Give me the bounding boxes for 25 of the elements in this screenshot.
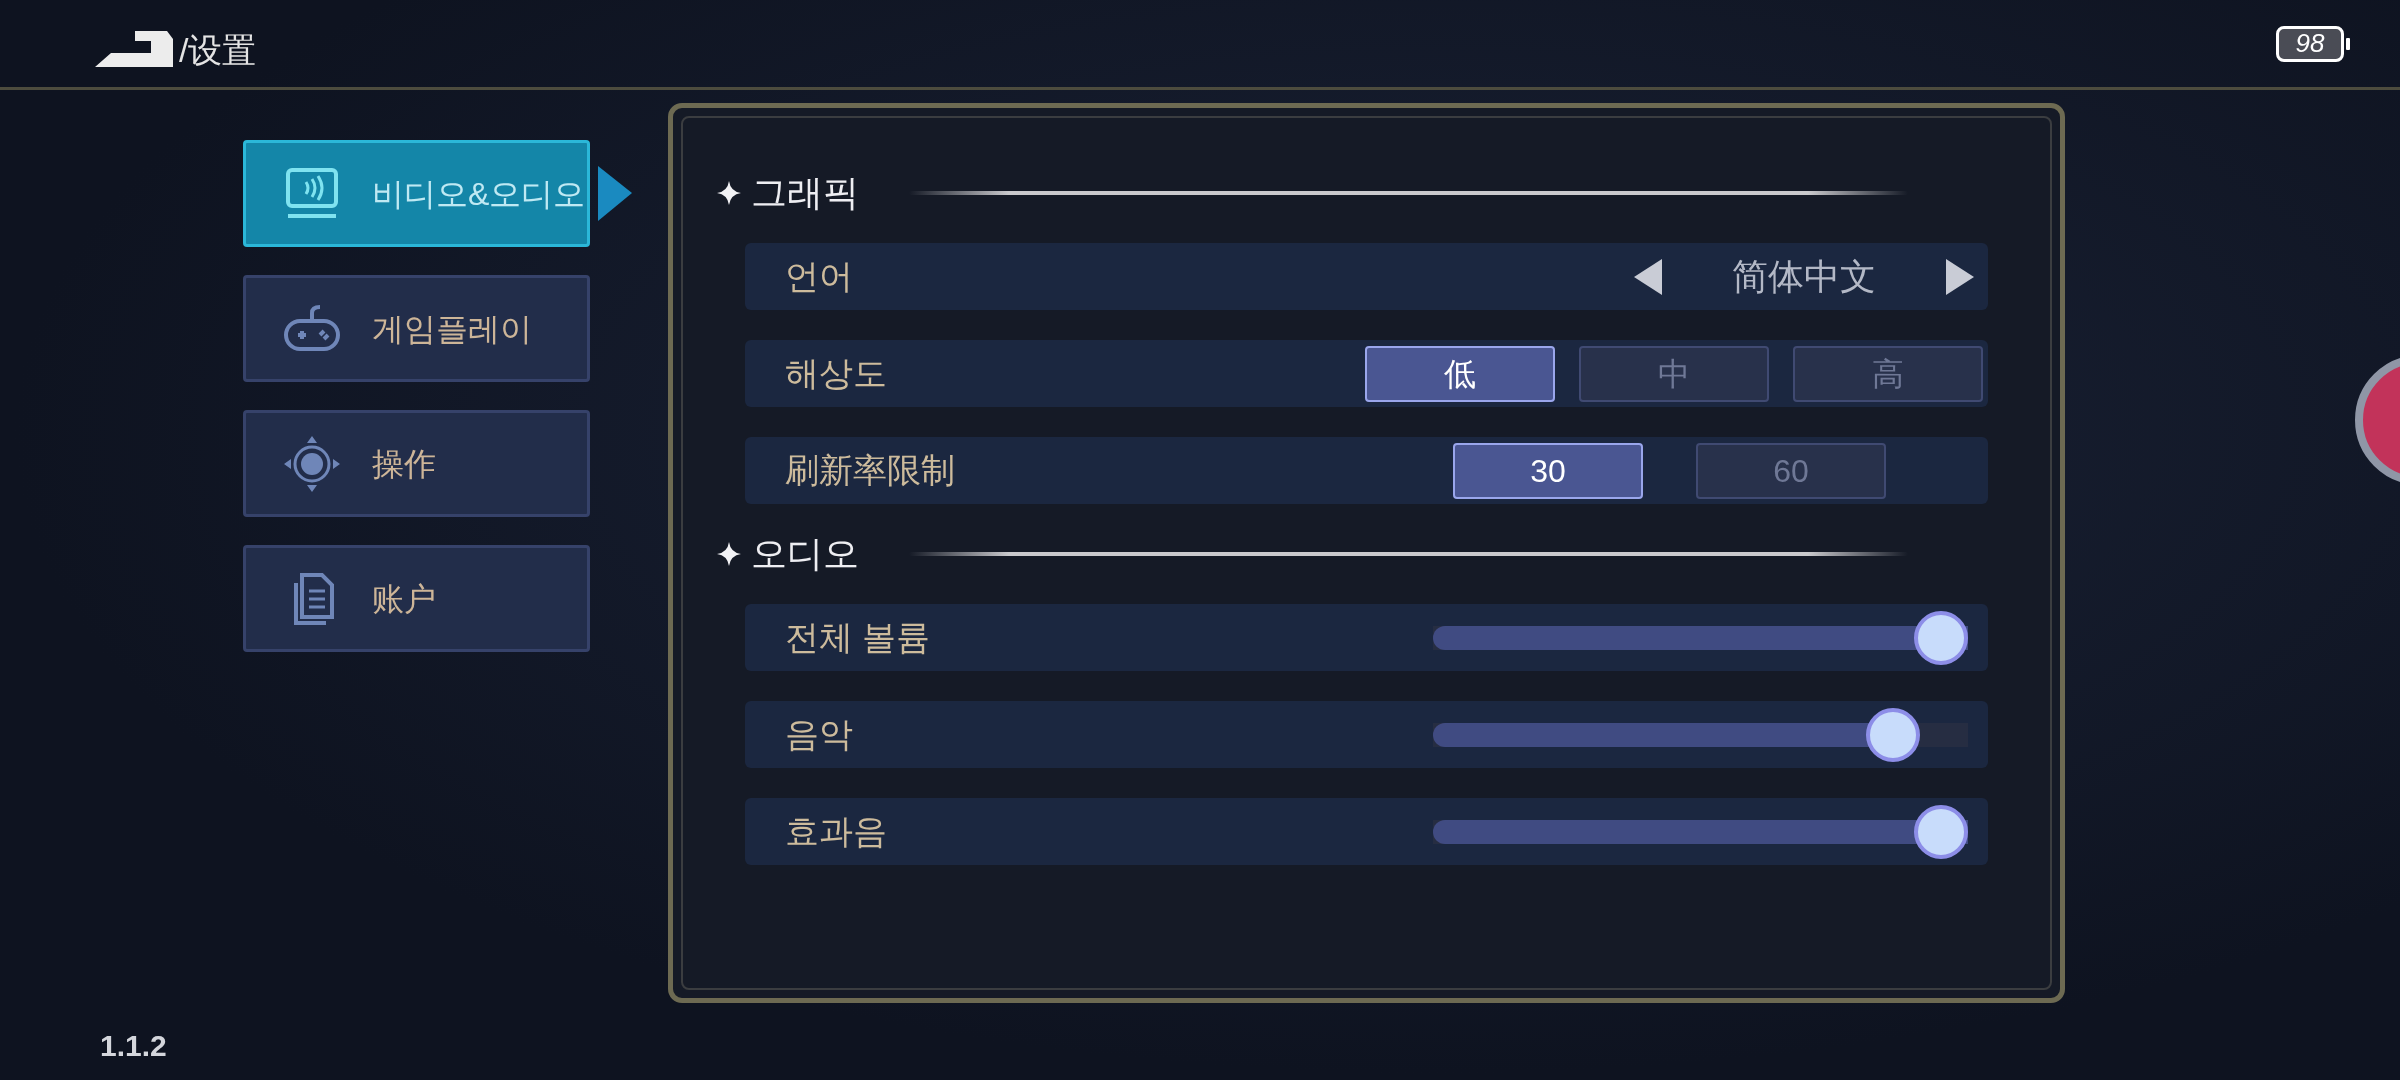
version-label: 1.1.2	[100, 1028, 167, 1064]
option-button[interactable]: 30	[1453, 442, 1643, 499]
selection-arrow-icon	[598, 166, 632, 221]
slider-thumb[interactable]	[1914, 804, 1968, 859]
sidebar-tab[interactable]: 操作	[243, 410, 590, 517]
setting-label: 효과음	[785, 811, 887, 852]
previous-arrow-icon[interactable]	[1632, 256, 1664, 297]
next-arrow-icon[interactable]	[1944, 256, 1976, 297]
setting-label: 음악	[785, 714, 853, 755]
sparkle-icon	[717, 542, 741, 566]
option-button[interactable]: 低	[1365, 345, 1555, 402]
sidebar-tab[interactable]: 게임플레이	[243, 275, 590, 382]
setting-label: 해상도	[785, 353, 887, 394]
battery-indicator: 98	[2276, 25, 2350, 62]
section-title: 그래픽	[751, 171, 859, 215]
section-title: 오디오	[751, 532, 859, 576]
sparkle-icon	[717, 181, 741, 205]
breadcrumb-title: /设置	[179, 32, 257, 67]
setting-label: 언어	[785, 256, 853, 297]
setting-label: 刷新率限制	[785, 450, 955, 491]
back-button[interactable]	[95, 30, 173, 67]
setting-label: 전체 볼륨	[785, 617, 931, 658]
sidebar-tab[interactable]: 账户	[243, 545, 590, 652]
slider-thumb[interactable]	[1914, 610, 1968, 665]
language-value: 简体中文	[1731, 254, 1877, 299]
